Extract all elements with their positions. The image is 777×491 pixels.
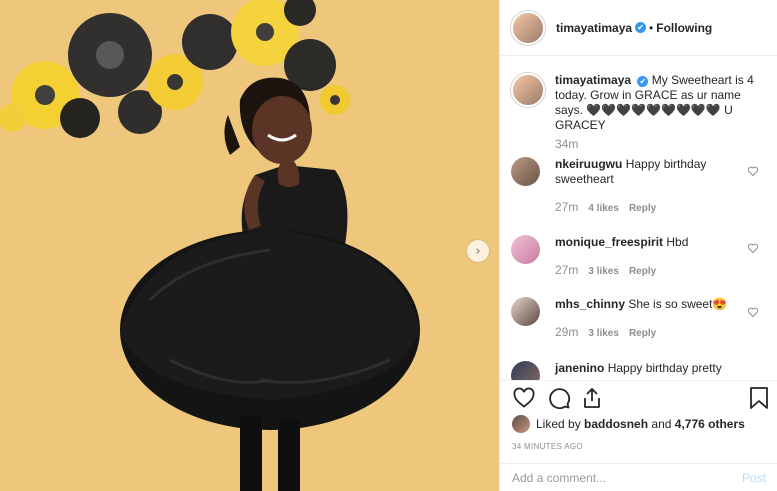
commenter-username[interactable]: nkeiruugwu (555, 157, 622, 171)
bookmark-icon[interactable] (748, 386, 770, 410)
comment-bubble-icon[interactable] (547, 386, 571, 410)
next-photo-button[interactable]: › (467, 240, 489, 262)
share-icon[interactable] (580, 386, 604, 410)
comment-body: janenino Happy birthday pretty (555, 361, 745, 376)
comment-like-heart-icon[interactable] (747, 306, 759, 318)
comment-meta: 27m 4 likes Reply (555, 200, 656, 214)
liker-username[interactable]: baddosneh (584, 417, 648, 431)
chevron-right-icon: › (475, 243, 481, 259)
comment-time[interactable]: 27m (555, 263, 578, 277)
post-photo: › (0, 0, 499, 491)
commenter-username[interactable]: janenino (555, 361, 604, 375)
comment-body: monique_freespirit Hbd (555, 235, 745, 250)
post-sidebar: timayatimaya ✔ • Following timayatimaya … (499, 0, 777, 491)
commenter-avatar[interactable] (511, 157, 540, 186)
likes-count-link[interactable]: 4,776 others (675, 417, 745, 431)
comment-likes[interactable]: 3 likes (588, 266, 619, 277)
commenter-username[interactable]: mhs_chinny (555, 297, 625, 311)
comment-like-heart-icon[interactable] (747, 242, 759, 254)
commenter-avatar[interactable] (511, 297, 540, 326)
verified-badge-icon: ✔ (635, 22, 647, 33)
comment-meta: 29m 3 likes Reply (555, 325, 656, 339)
add-comment-bar: Post (500, 463, 777, 491)
verified-badge-icon: ✔ (637, 76, 649, 87)
comment-time[interactable]: 29m (555, 325, 578, 339)
comment-likes[interactable]: 3 likes (588, 328, 619, 339)
comment-body: mhs_chinny She is so sweet😍 (555, 297, 745, 312)
caption-avatar[interactable] (511, 73, 545, 107)
liked-by-joiner: and (651, 417, 672, 431)
commenter-username[interactable]: monique_freespirit (555, 235, 663, 249)
photo-illustration (0, 0, 499, 491)
comment-body: nkeiruugwu Happy birthday sweetheart (555, 157, 745, 187)
commenter-avatar[interactable] (511, 235, 540, 264)
post-comment-button[interactable]: Post (742, 471, 766, 485)
comment-like-heart-icon[interactable] (747, 165, 759, 177)
caption-username[interactable]: timayatimaya (555, 73, 631, 87)
caption-text: timayatimaya ✔ My Sweetheart is 4 today.… (555, 73, 767, 133)
comment-text: Hbd (666, 235, 689, 249)
author-username[interactable]: timayatimaya (556, 21, 632, 35)
comment-time[interactable]: 27m (555, 200, 578, 214)
commenter-avatar[interactable] (511, 361, 540, 380)
liked-by-row: Liked by baddosneh and 4,776 others (512, 415, 745, 433)
comment-meta: 27m 3 likes Reply (555, 263, 656, 277)
comment-text: Happy birthday pretty (607, 361, 722, 375)
separator-dot: • (649, 20, 654, 35)
caption-timestamp[interactable]: 34m (555, 137, 578, 151)
liker-avatar[interactable] (512, 415, 530, 433)
post-timestamp[interactable]: 34 MINUTES AGO (512, 442, 583, 451)
post-header: timayatimaya ✔ • Following (500, 0, 777, 56)
post-actions: Liked by baddosneh and 4,776 others 34 M… (500, 380, 777, 491)
comment-text: She is so sweet😍 (628, 297, 728, 311)
liked-by-prefix: Liked by (536, 417, 581, 431)
reply-button[interactable]: Reply (629, 328, 656, 339)
post-caption: timayatimaya ✔ My Sweetheart is 4 today.… (511, 73, 771, 133)
following-button[interactable]: Following (656, 21, 712, 35)
heart-icon[interactable] (512, 386, 536, 410)
comments-list[interactable]: timayatimaya ✔ My Sweetheart is 4 today.… (500, 57, 777, 380)
comment-likes[interactable]: 4 likes (588, 203, 619, 214)
action-icons (512, 386, 770, 410)
author-avatar[interactable] (511, 10, 545, 45)
comment-input[interactable] (512, 471, 742, 485)
reply-button[interactable]: Reply (629, 203, 656, 214)
reply-button[interactable]: Reply (629, 266, 656, 277)
